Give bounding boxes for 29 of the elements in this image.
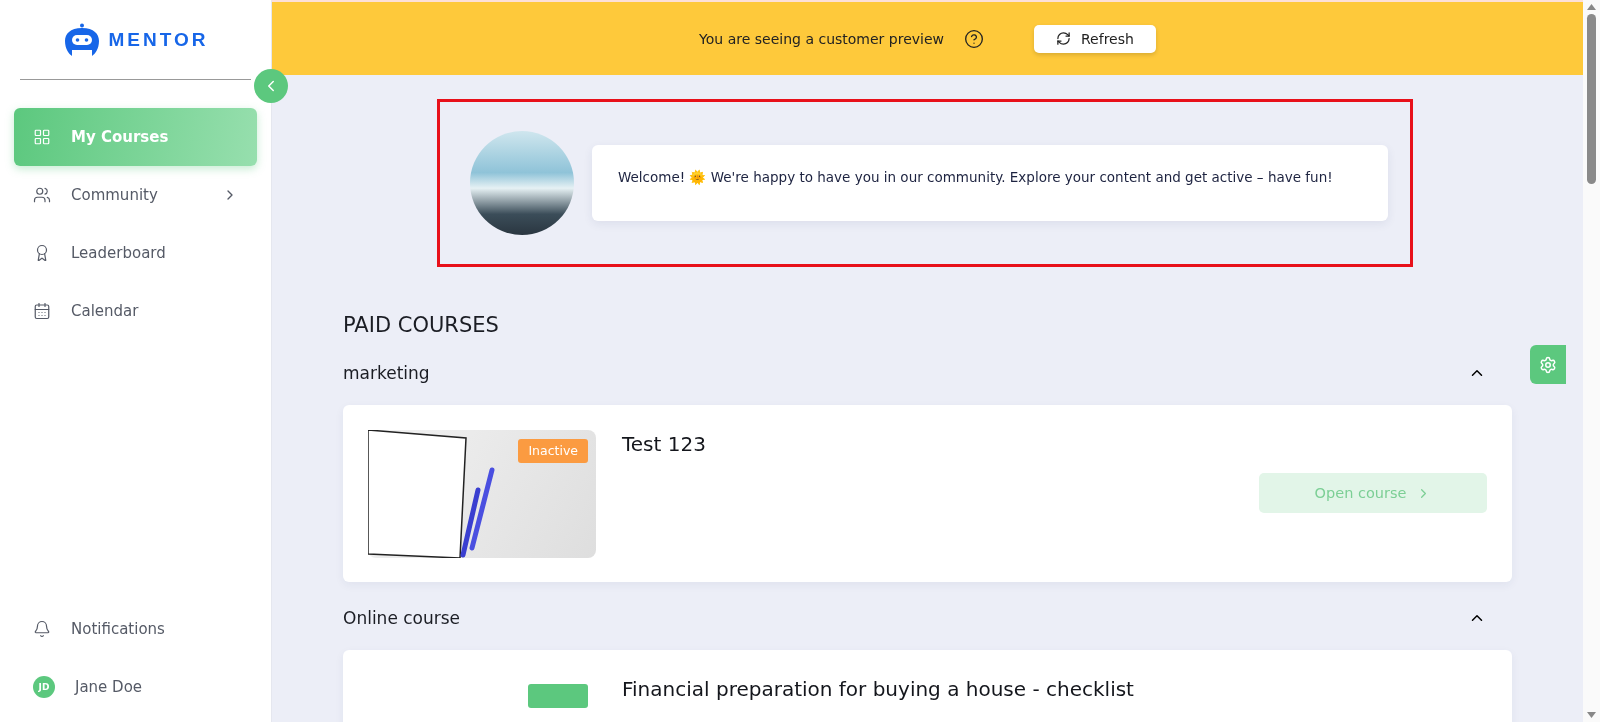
scroll-down-icon[interactable] xyxy=(1587,712,1596,718)
course-group-name: marketing xyxy=(343,363,430,383)
sidebar-item[interactable]: Notifications xyxy=(14,600,257,658)
people-icon xyxy=(33,186,51,204)
scrollbar-thumb[interactable] xyxy=(1587,14,1596,184)
user-profile-item[interactable]: JD Jane Doe xyxy=(14,658,257,716)
brand-name: MENTOR xyxy=(108,28,209,51)
banner-text: You are seeing a customer preview xyxy=(699,30,944,47)
bell-icon xyxy=(33,620,51,638)
refresh-icon xyxy=(1056,31,1071,46)
avatar-initials: JD xyxy=(33,676,55,698)
course-group-name: Online course xyxy=(343,608,461,628)
settings-button[interactable] xyxy=(1530,345,1566,384)
scroll-up-icon[interactable] xyxy=(1587,4,1596,10)
sidebar-item[interactable]: Calendar xyxy=(14,282,257,340)
grid-icon xyxy=(33,128,51,146)
course-title: Financial preparation for buying a house - checklist xyxy=(622,677,1134,701)
collapse-sidebar-button[interactable] xyxy=(254,69,288,103)
help-icon[interactable] xyxy=(964,28,984,49)
course-title: Test 123 xyxy=(622,432,706,456)
sidebar-item[interactable]: Leaderboard xyxy=(14,224,257,282)
refresh-button[interactable]: Refresh xyxy=(1034,24,1156,53)
settings-icon xyxy=(1539,355,1557,374)
welcome-message: Welcome! 🌞 We're happy to have you in our community. Explore your content and get active – have fun! xyxy=(592,145,1388,221)
calendar-icon xyxy=(33,302,51,320)
section-title: PAID COURSES xyxy=(343,313,500,337)
robot-logo-icon xyxy=(62,22,101,57)
sidebar-item[interactable]: Community xyxy=(14,166,257,224)
status-badge: Inactive xyxy=(518,439,588,463)
